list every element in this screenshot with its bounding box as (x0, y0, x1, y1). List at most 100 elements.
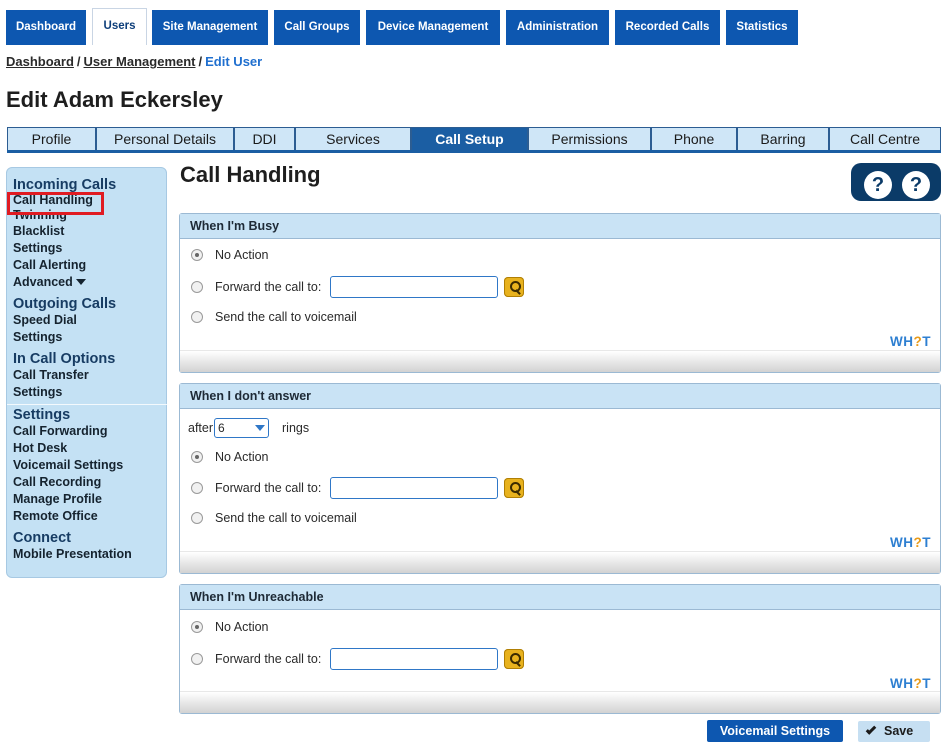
radio-label: No Action (215, 248, 269, 262)
sidebar-item-call-recording[interactable]: Call Recording (13, 474, 166, 491)
help-icon[interactable]: ? (902, 171, 930, 199)
radio-label: Forward the call to: (215, 481, 322, 495)
tab-barring[interactable]: Barring (737, 127, 829, 150)
breadcrumb-current: Edit User (205, 54, 263, 69)
tab-phone[interactable]: Phone (651, 127, 737, 150)
directory-search-icon[interactable] (504, 478, 525, 498)
chevron-down-icon (255, 425, 266, 431)
no-answer-forward-number-input[interactable] (330, 477, 499, 499)
sidebar-item-speed-dial[interactable]: Speed Dial (13, 312, 166, 329)
busy-no-action-radio[interactable] (191, 249, 203, 261)
sidebar-section-settings: Settings (13, 407, 71, 423)
no-answer-voicemail-radio[interactable] (191, 512, 203, 524)
nav-tab-dashboard[interactable]: Dashboard (6, 10, 86, 45)
whot-question: ? (913, 535, 923, 550)
directory-search-icon[interactable] (504, 277, 525, 297)
sidebar-item-hot-desk[interactable]: Hot Desk (13, 440, 166, 457)
breadcrumb-separator: / (76, 54, 81, 69)
panel-footer (180, 551, 940, 573)
tab-call-centre[interactable]: Call Centre (829, 127, 941, 150)
nav-tab-device-management[interactable]: Device Management (366, 10, 500, 45)
no-answer-no-action-radio[interactable] (191, 451, 203, 463)
whot-text: WH (890, 334, 914, 349)
sidebar-item-remote-office[interactable]: Remote Office (13, 508, 166, 525)
whot-text: T (922, 676, 931, 691)
sidebar-item-blacklist[interactable]: Blacklist (13, 223, 166, 240)
tab-ddi[interactable]: DDI (234, 127, 295, 150)
sidebar-item-call-transfer[interactable]: Call Transfer (13, 367, 166, 384)
radio-label: No Action (215, 450, 269, 464)
whot-logo[interactable]: WH?T (890, 535, 931, 550)
sidebar-item-manage-profile[interactable]: Manage Profile (13, 491, 166, 508)
sidebar-item-advanced[interactable]: Advanced (13, 274, 166, 291)
option-row: Send the call to voicemail (191, 310, 357, 324)
nav-tab-call-groups[interactable]: Call Groups (274, 10, 360, 45)
nav-tab-recorded-calls[interactable]: Recorded Calls (615, 10, 720, 45)
panel-header: When I'm Unreachable (180, 585, 940, 610)
breadcrumb-separator: / (198, 54, 203, 69)
no-answer-forward-radio[interactable] (191, 482, 203, 494)
call-setup-sidebar: Incoming Calls Call Handling Twinning Bl… (6, 167, 172, 578)
option-row: Forward the call to: (191, 477, 525, 499)
radio-label: Forward the call to: (215, 652, 322, 666)
whot-question: ? (913, 676, 923, 691)
whot-logo[interactable]: WH?T (890, 676, 931, 691)
sidebar-item-call-transfer-settings[interactable]: Settings (13, 384, 166, 401)
unreachable-forward-radio[interactable] (191, 653, 203, 665)
option-row: No Action (191, 248, 269, 262)
whot-text: WH (890, 676, 914, 691)
rings-label: rings (282, 421, 310, 435)
top-navigation: Dashboard Users Site Management Call Gro… (0, 0, 945, 45)
checkmark-icon (865, 724, 877, 735)
tab-personal-details[interactable]: Personal Details (96, 127, 234, 150)
sidebar-item-call-forwarding[interactable]: Call Forwarding (13, 423, 166, 440)
option-row: No Action (191, 620, 269, 634)
option-row: Send the call to voicemail (191, 511, 357, 525)
help-box: ? ? (851, 163, 941, 201)
tab-call-setup[interactable]: Call Setup (411, 127, 528, 150)
breadcrumb-user-management-link[interactable]: User Management (84, 54, 196, 69)
sidebar-divider (7, 404, 172, 405)
busy-forward-radio[interactable] (191, 281, 203, 293)
breadcrumb-dashboard-link[interactable]: Dashboard (6, 54, 74, 69)
sidebar-section-connect: Connect (13, 530, 71, 546)
radio-label: No Action (215, 620, 269, 634)
panel-footer (180, 691, 940, 713)
nav-tab-statistics[interactable]: Statistics (726, 10, 798, 45)
tab-profile[interactable]: Profile (7, 127, 96, 150)
nav-tab-users[interactable]: Users (92, 8, 147, 45)
help-icon[interactable]: ? (864, 171, 892, 199)
unreachable-no-action-radio[interactable] (191, 621, 203, 633)
sidebar-section-in-call-options: In Call Options (13, 351, 116, 367)
unreachable-forward-number-input[interactable] (330, 648, 499, 670)
whot-text: T (922, 535, 931, 550)
rings-select[interactable]: 6 (214, 418, 270, 438)
directory-search-icon[interactable] (504, 649, 525, 669)
sidebar-item-voicemail-settings[interactable]: Voicemail Settings (13, 457, 166, 474)
sidebar-item-blacklist-settings[interactable]: Settings (13, 240, 166, 257)
option-row: Forward the call to: (191, 648, 525, 670)
save-button[interactable]: Save (858, 721, 930, 742)
sidebar-section-incoming-calls: Incoming Calls (13, 177, 117, 193)
tab-services[interactable]: Services (295, 127, 411, 150)
radio-label: Send the call to voicemail (215, 310, 357, 324)
tab-permissions[interactable]: Permissions (528, 127, 651, 150)
user-subtabs: Profile Personal Details DDI Services Ca… (7, 127, 941, 153)
nav-tab-administration[interactable]: Administration (506, 10, 609, 45)
panel-when-no-answer: When I don't answer after 6 rings No Act… (179, 383, 941, 574)
section-title: Call Handling (180, 162, 321, 187)
whot-logo[interactable]: WH?T (890, 334, 931, 349)
sidebar-item-mobile-presentation[interactable]: Mobile Presentation (13, 546, 166, 563)
voicemail-settings-button[interactable]: Voicemail Settings (707, 720, 843, 742)
busy-voicemail-radio[interactable] (191, 311, 203, 323)
nav-tab-site-management[interactable]: Site Management (152, 10, 268, 45)
radio-label: Send the call to voicemail (215, 511, 357, 525)
panel-header: When I'm Busy (180, 214, 940, 239)
whot-text: WH (890, 535, 914, 550)
busy-forward-number-input[interactable] (330, 276, 499, 298)
sidebar-item-speed-dial-settings[interactable]: Settings (13, 329, 166, 346)
panel-when-unreachable: When I'm Unreachable No Action Forward t… (179, 584, 941, 714)
chevron-down-icon (75, 279, 86, 285)
sidebar-item-call-alerting[interactable]: Call Alerting (13, 257, 166, 274)
after-label: after (188, 421, 214, 435)
